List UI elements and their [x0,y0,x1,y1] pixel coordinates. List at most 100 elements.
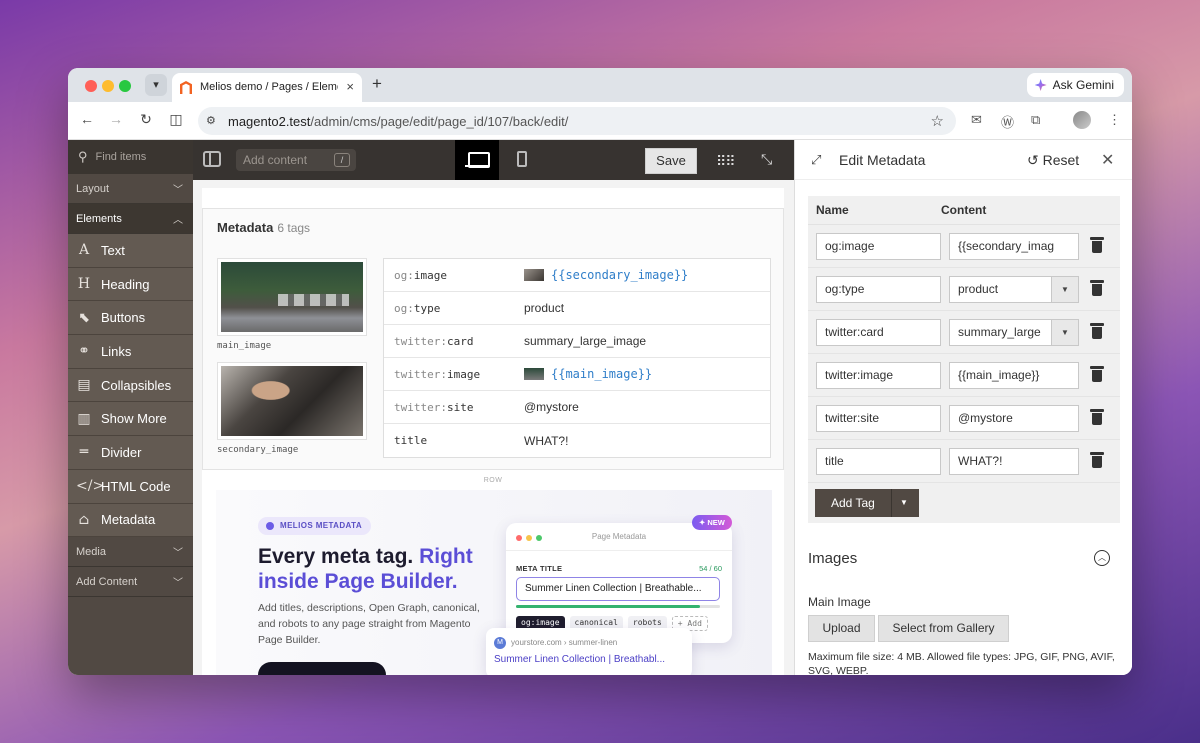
bookmark-star-icon[interactable]: ☆ [931,112,944,130]
promo-cta-button[interactable] [258,662,386,675]
exit-fullscreen-icon[interactable]: ⤡ [761,151,772,168]
collapse-up-icon[interactable]: ︿ [1094,550,1110,566]
trash-icon[interactable] [1090,237,1104,253]
forward-arrow-icon[interactable]: → [106,111,126,127]
new-tab-button[interactable]: + [372,74,382,94]
reset-icon: ↺ [1027,152,1039,168]
grid-icon[interactable]: ⠿⠿ [716,153,735,170]
browser-menu-icon[interactable]: ⋮ [1108,112,1121,128]
close-window-button[interactable] [85,80,97,92]
profile-avatar[interactable] [1073,111,1091,129]
content-input[interactable]: {{main_image}} [949,362,1079,389]
site-settings-icon[interactable]: ⚙ [206,114,216,127]
page-metadata-card: Page Metadata META TITLE 54 / 60 Summer … [506,523,732,643]
trash-icon[interactable] [1090,280,1104,296]
reset-label: Reset [1042,152,1080,168]
meta-title-field: Summer Linen Collection | Breathable... [516,577,720,601]
content-select[interactable]: summary_large ▼ [949,319,1079,346]
sidebar-item-text[interactable]: A Text [68,234,193,268]
trash-icon[interactable] [1090,323,1104,339]
caret-down-icon[interactable]: ▼ [1051,277,1078,302]
reload-icon[interactable]: ↻ [136,111,156,128]
active-tab[interactable]: Melios demo / Pages / Elements × [172,73,362,102]
add-content-input[interactable]: Add content / [236,149,356,171]
metadata-value-cell: summary_large_image [524,334,770,348]
caret-down-icon[interactable]: ▼ [900,489,908,517]
name-input[interactable]: twitter:image [816,362,941,389]
mobile-view-icon[interactable] [517,151,527,167]
metadata-value: {{secondary_image}} [551,268,689,282]
tag-editor-table: Name Content og:image {{secondary_imag og:… [808,196,1120,523]
sidebar-item-show-more[interactable]: ▥ Show More [68,402,193,437]
char-count: 54 / 60 [699,564,722,573]
sidebar-item-label: Show More [101,411,167,427]
content-select[interactable]: product ▼ [949,276,1079,303]
expand-icon[interactable]: ⤢ [811,152,821,168]
text-icon: A [78,242,90,259]
chevron-down-icon: ﹀ [173,185,183,196]
metadata-tag-count: 6 tags [277,221,311,235]
tag-row: og:image {{secondary_imag [808,225,1120,268]
metadata-value-cell: WHAT?! [524,434,770,448]
content-input[interactable]: {{secondary_imag [949,233,1079,260]
tab-close-icon[interactable]: × [346,79,354,94]
name-input[interactable]: og:type [816,276,941,303]
minimize-window-button[interactable] [102,80,114,92]
sidebar-item-heading[interactable]: H Heading [68,267,193,302]
caret-down-icon[interactable]: ▼ [1051,320,1078,345]
meta-title-label: META TITLE [516,564,563,573]
upload-button[interactable]: Upload [808,615,875,642]
address-bar[interactable]: ⚙ magento2.test/admin/cms/page/edit/page… [198,107,956,135]
reset-button[interactable]: ↺ Reset [1027,152,1079,169]
sidebar-item-html-code[interactable]: </> HTML Code [68,469,193,504]
sidebar-item-buttons[interactable]: ⬉ Buttons [68,301,193,336]
content-input[interactable]: WHAT?! [949,448,1079,475]
sidebar-item-label: Text [101,242,125,258]
toggle-panel-icon[interactable] [203,151,221,167]
tag-row: title WHAT?! [808,440,1120,483]
close-icon[interactable]: ✕ [1101,150,1114,170]
group-layout[interactable]: Layout ﹀ [68,174,193,204]
wordpress-extension-icon[interactable]: Ⓦ [1001,112,1014,131]
ask-gemini-button[interactable]: Ask Gemini [1026,73,1124,97]
metadata-row: twitter:image {{main_image}} [384,358,770,391]
add-tag-button[interactable]: Add Tag ▼ [815,489,919,517]
name-input[interactable]: twitter:card [816,319,941,346]
select-from-gallery-button[interactable]: Select from Gallery [878,615,1009,642]
sidebar-item-label: Links [101,343,132,359]
metadata-key: title [394,434,428,447]
main-image-thumbnail [217,258,367,336]
group-add-content[interactable]: Add Content ﹀ [68,567,193,598]
back-arrow-icon[interactable]: ← [77,111,97,127]
metadata-icon: ⌂ [78,511,90,528]
group-media[interactable]: Media ﹀ [68,537,193,568]
maximize-window-button[interactable] [119,80,131,92]
sidebar-item-collapsibles[interactable]: ▤ Collapsibles [68,368,193,403]
name-input[interactable]: title [816,448,941,475]
group-elements[interactable]: Elements ︿ [68,204,193,234]
tab-search-chevron-icon[interactable]: ▾ [145,74,167,96]
group-add-content-label: Add Content [76,575,138,588]
trash-icon[interactable] [1090,409,1104,425]
trash-icon[interactable] [1090,452,1104,468]
extensions-puzzle-icon[interactable]: ⧉ [1031,112,1040,128]
find-items-search[interactable]: ⚲ Find items [68,140,193,174]
metadata-value-cell: @mystore [524,400,770,414]
main-image-caption: main_image [217,341,272,351]
split-view-icon[interactable]: ◫ [166,111,186,128]
name-input[interactable]: og:image [816,233,941,260]
sidebar-item-divider[interactable]: ═ Divider [68,436,193,470]
metadata-block[interactable]: Metadata 6 tags main_image secondary_imag… [202,208,784,470]
save-button[interactable]: Save [645,148,697,174]
mail-extension-icon[interactable]: ✉ [971,112,982,128]
content-select-value: summary_large [958,325,1041,339]
search-icon: ⚲ [78,149,88,164]
content-input[interactable]: @mystore [949,405,1079,432]
metadata-key: twitter:card [394,334,474,348]
sidebar-item-links[interactable]: ⚭ Links [68,335,193,369]
show-more-icon: ▥ [77,410,91,427]
trash-icon[interactable] [1090,366,1104,382]
name-input[interactable]: twitter:site [816,405,941,432]
desktop-view-icon[interactable] [455,140,499,180]
sidebar-item-metadata[interactable]: ⌂ Metadata [68,503,193,538]
